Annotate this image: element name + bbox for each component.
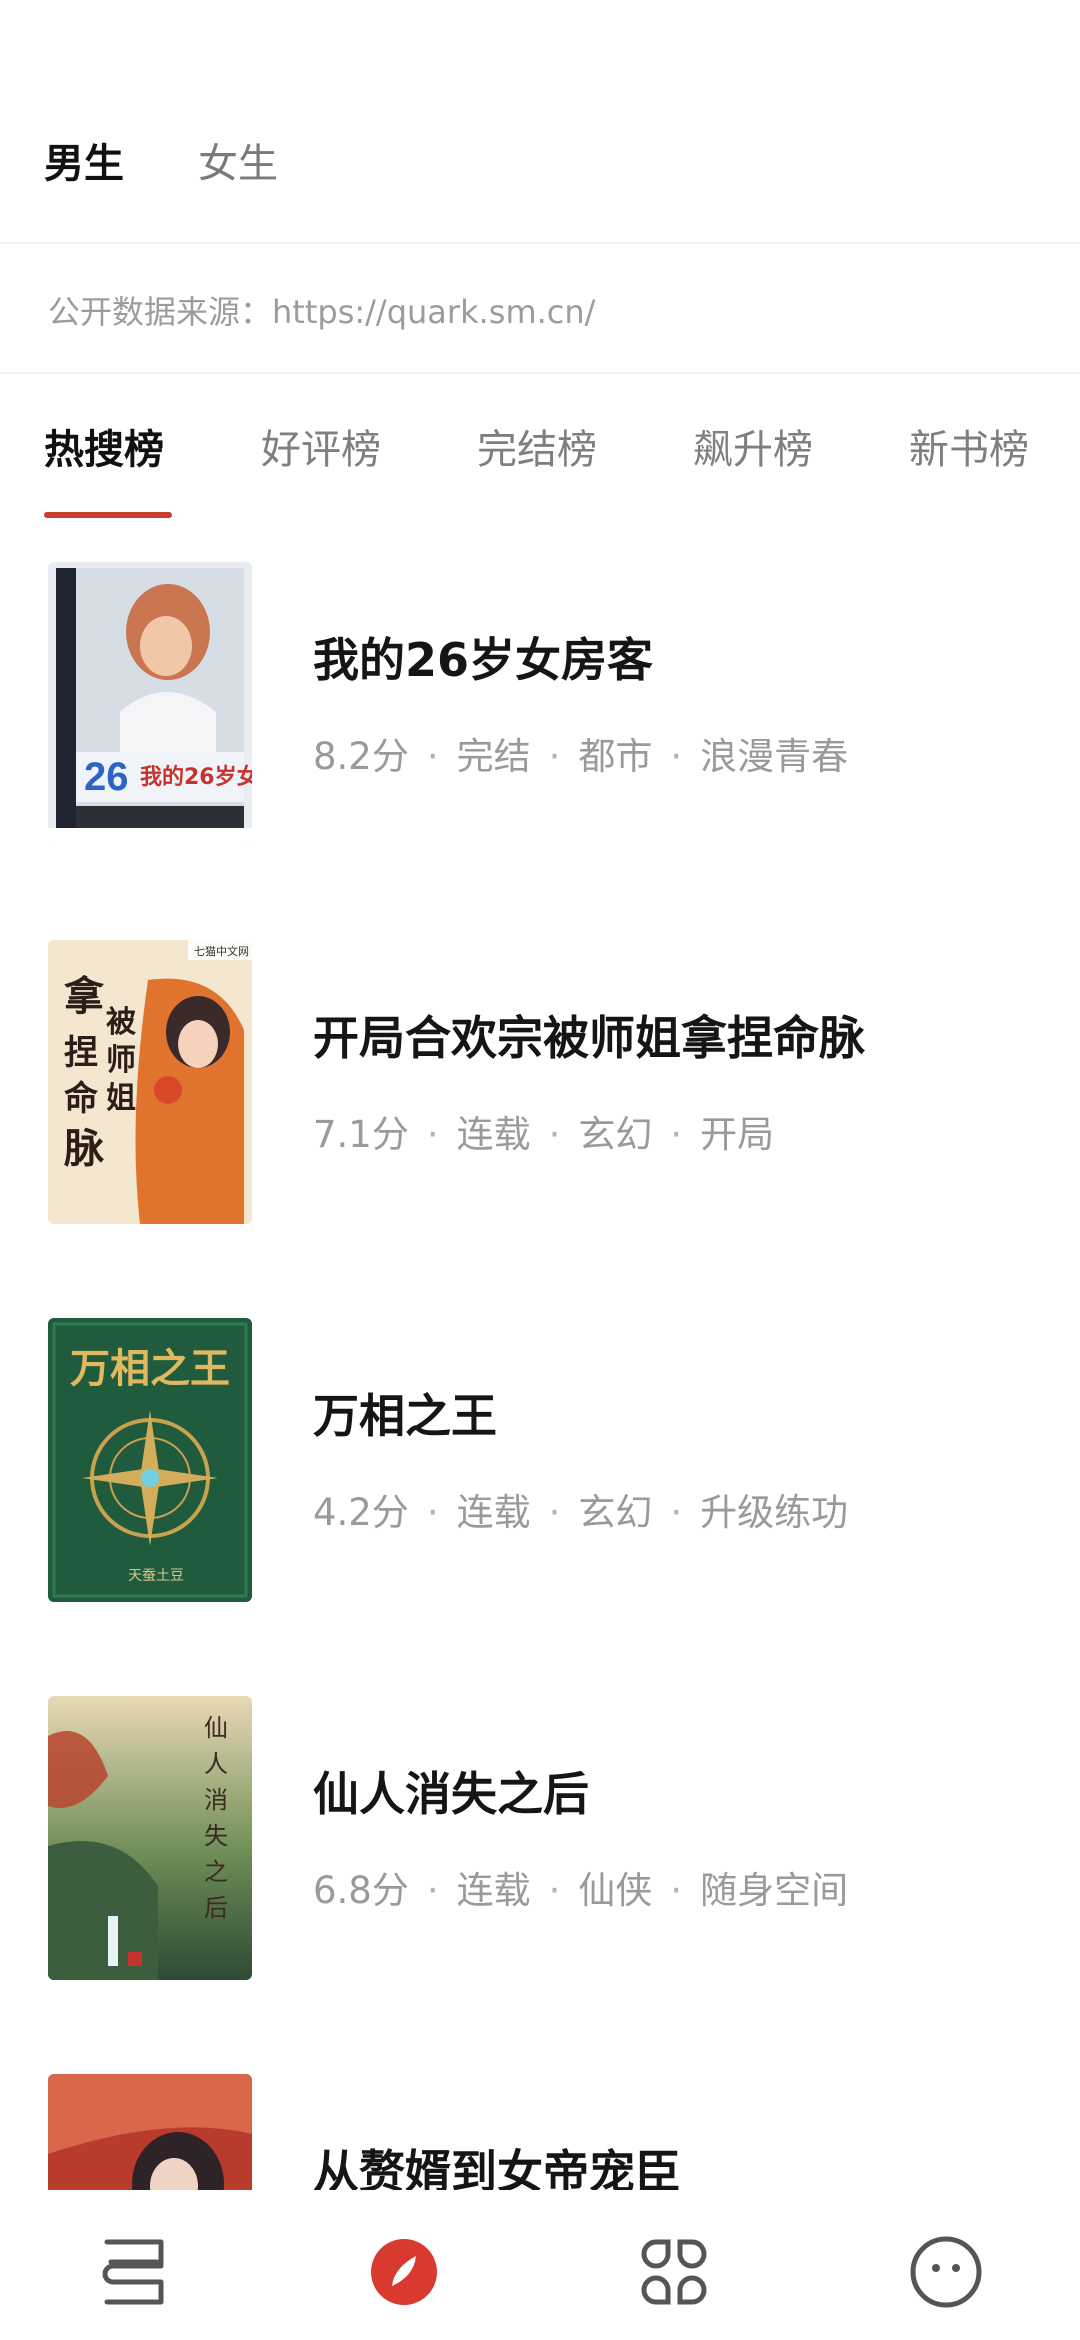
meta-separator: · xyxy=(670,735,683,778)
book-title[interactable]: 万相之王 xyxy=(313,1386,497,1446)
active-tab-indicator xyxy=(44,512,172,518)
book-item[interactable]: 26 我的26岁女房客 我的26岁女房客 8.2分 · 完结 · 都市 · 浪漫青春 xyxy=(0,562,1080,852)
smiley-icon[interactable] xyxy=(906,2232,986,2312)
book-status: 连载 xyxy=(456,1113,531,1156)
svg-text:26: 26 xyxy=(84,755,129,799)
tab-completed[interactable]: 完结榜 xyxy=(477,420,597,480)
book-item[interactable]: 七猫中文网 拿 被 师 姐 捏 命 脉 开局合欢宗被师姐拿捏命脉 7.1分 · 连载… xyxy=(0,940,1080,1230)
tab-top-rated[interactable]: 好评榜 xyxy=(261,420,381,480)
book-cover[interactable]: 仙 人 消 失 之 后 xyxy=(48,1696,252,1980)
svg-text:之: 之 xyxy=(204,1858,228,1886)
divider xyxy=(0,372,1080,374)
bottom-navigation xyxy=(0,2190,1080,2340)
book-item[interactable]: 仙 人 消 失 之 后 仙人消失之后 6.8分 · 连载 · 仙侠 · 随身空间 xyxy=(0,1696,1080,1986)
book-category: 都市 xyxy=(578,735,653,778)
book-category: 仙侠 xyxy=(578,1869,653,1912)
meta-separator: · xyxy=(426,735,439,778)
book-meta: 8.2分 · 完结 · 都市 · 浪漫青春 xyxy=(313,732,848,782)
meta-separator: · xyxy=(670,1491,683,1534)
book-meta: 7.1分 · 连载 · 玄幻 · 开局 xyxy=(313,1110,774,1160)
book-category: 玄幻 xyxy=(578,1491,653,1534)
book-title[interactable]: 从赘婿到女帝宠臣 xyxy=(313,2142,681,2190)
meta-separator: · xyxy=(548,735,561,778)
apps-icon[interactable] xyxy=(634,2232,714,2312)
meta-separator: · xyxy=(426,1113,439,1156)
book-tag: 浪漫青春 xyxy=(700,735,849,778)
svg-text:命: 命 xyxy=(64,1079,98,1119)
gender-tabs: 男生 女生 xyxy=(44,120,278,200)
svg-text:消: 消 xyxy=(204,1786,228,1814)
svg-text:捏: 捏 xyxy=(64,1033,98,1073)
book-status: 连载 xyxy=(456,1491,531,1534)
cover-badge-text: 七猫中文网 xyxy=(194,944,249,958)
book-score: 7.1分 xyxy=(313,1113,409,1156)
svg-text:被: 被 xyxy=(106,1005,136,1040)
book-score: 8.2分 xyxy=(313,735,409,778)
book-status: 连载 xyxy=(456,1869,531,1912)
bookshelf-icon[interactable] xyxy=(95,2232,175,2312)
svg-text:仙: 仙 xyxy=(204,1714,228,1742)
cover-title-text: 万相之王 xyxy=(70,1345,230,1392)
svg-text:人: 人 xyxy=(204,1750,228,1778)
compass-icon[interactable] xyxy=(364,2232,444,2312)
book-score: 4.2分 xyxy=(313,1491,409,1534)
book-cover[interactable] xyxy=(48,2074,252,2190)
cover-title-text: 我的26岁女房客 xyxy=(140,764,252,790)
book-item[interactable]: 万相之王 天蚕土豆 万相之王 4.2分 · 连载 · 玄幻 · 升级练功 xyxy=(0,1318,1080,1608)
book-status: 完结 xyxy=(456,735,531,778)
data-source-note: 公开数据来源：https://quark.sm.cn/ xyxy=(48,293,596,331)
meta-separator: · xyxy=(548,1113,561,1156)
book-cover[interactable]: 万相之王 天蚕土豆 xyxy=(48,1318,252,1602)
book-list: 26 我的26岁女房客 我的26岁女房客 8.2分 · 完结 · 都市 · 浪漫青春 七猫中… xyxy=(0,562,1080,2190)
svg-text:师: 师 xyxy=(106,1043,136,1078)
book-title[interactable]: 我的26岁女房客 xyxy=(313,630,653,690)
rank-tabs: 热搜榜 好评榜 完结榜 飙升榜 新书榜 xyxy=(0,420,1080,520)
book-cover[interactable]: 26 我的26岁女房客 xyxy=(48,562,252,846)
meta-separator: · xyxy=(426,1869,439,1912)
meta-separator: · xyxy=(548,1491,561,1534)
svg-text:姐: 姐 xyxy=(106,1081,136,1116)
book-category: 玄幻 xyxy=(578,1113,653,1156)
book-score: 6.8分 xyxy=(313,1869,409,1912)
book-title[interactable]: 仙人消失之后 xyxy=(313,1764,589,1824)
tab-new-books[interactable]: 新书榜 xyxy=(909,420,1029,480)
book-title[interactable]: 开局合欢宗被师姐拿捏命脉 xyxy=(313,1008,865,1068)
book-tag: 升级练功 xyxy=(700,1491,849,1534)
meta-separator: · xyxy=(426,1491,439,1534)
book-tag: 开局 xyxy=(700,1113,775,1156)
svg-text:失: 失 xyxy=(204,1822,228,1850)
meta-separator: · xyxy=(548,1869,561,1912)
book-cover[interactable]: 七猫中文网 拿 被 师 姐 捏 命 脉 xyxy=(48,940,252,1224)
meta-separator: · xyxy=(670,1113,683,1156)
book-tag: 随身空间 xyxy=(700,1869,849,1912)
svg-text:脉: 脉 xyxy=(64,1125,105,1172)
meta-separator: · xyxy=(670,1869,683,1912)
tab-hot-search[interactable]: 热搜榜 xyxy=(44,420,164,480)
svg-text:后: 后 xyxy=(204,1894,228,1922)
tab-rising[interactable]: 飙升榜 xyxy=(693,420,813,480)
svg-text:拿: 拿 xyxy=(63,973,105,1020)
divider xyxy=(0,242,1080,244)
book-item[interactable]: 从赘婿到女帝宠臣 xyxy=(0,2074,1080,2190)
cover-author-text: 天蚕土豆 xyxy=(128,1568,184,1584)
tab-male[interactable]: 男生 xyxy=(44,131,124,189)
tab-female[interactable]: 女生 xyxy=(198,131,278,189)
book-meta: 4.2分 · 连载 · 玄幻 · 升级练功 xyxy=(313,1488,848,1538)
book-meta: 6.8分 · 连载 · 仙侠 · 随身空间 xyxy=(313,1866,848,1916)
